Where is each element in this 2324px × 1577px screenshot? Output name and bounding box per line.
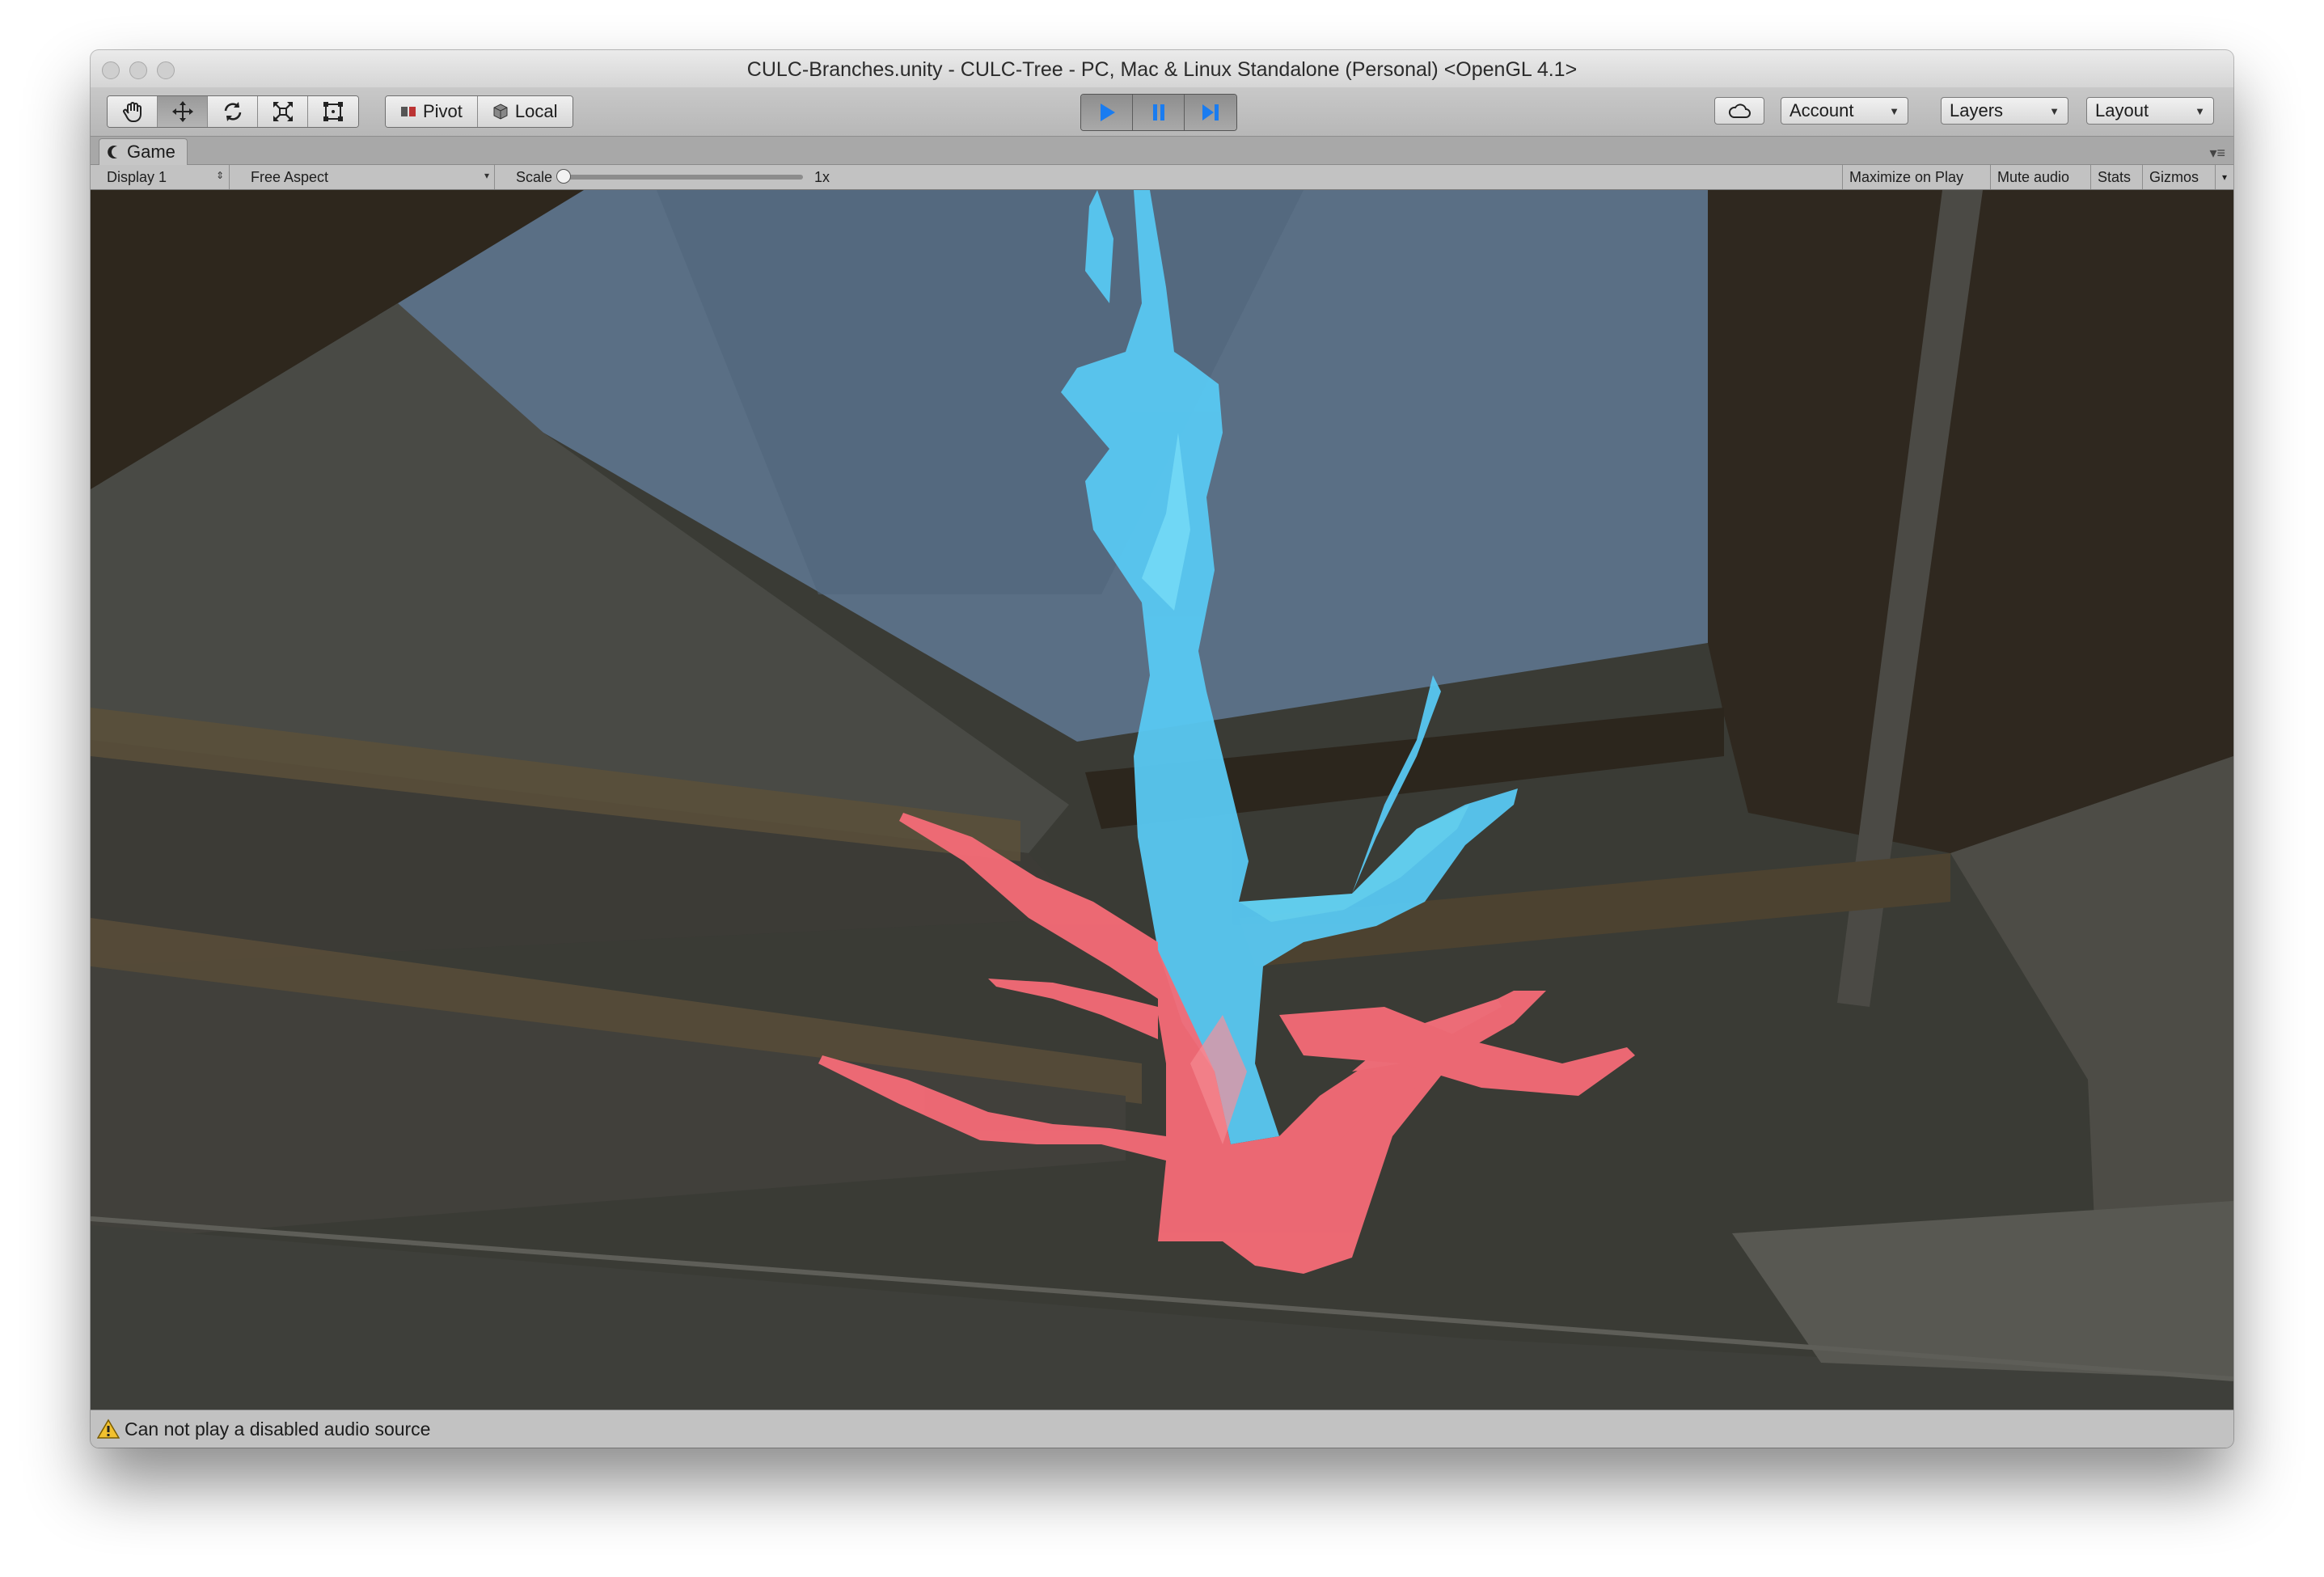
warning-icon	[97, 1418, 120, 1439]
layers-dropdown[interactable]: Layers ▼	[1941, 97, 2068, 125]
step-button[interactable]	[1185, 95, 1236, 130]
rect-tool-button[interactable]	[308, 96, 358, 127]
panel-tab-bar: Game ▾≡	[91, 137, 2233, 165]
maximize-label: Maximize on Play	[1849, 168, 1964, 185]
transform-tools	[107, 95, 359, 128]
aspect-dropdown[interactable]: Free Aspect ▾	[236, 165, 495, 189]
pause-icon	[1152, 104, 1164, 120]
scale-control: Scale 1x	[501, 165, 841, 189]
game-view-controls: Display 1 ⇕ Free Aspect ▾ Scale 1x Maxim…	[91, 165, 2233, 190]
status-message[interactable]: Can not play a disabled audio source	[125, 1418, 430, 1440]
account-dropdown[interactable]: Account ▼	[1781, 97, 1908, 125]
stats-label: Stats	[2098, 168, 2132, 185]
unity-editor-window: CULC-Branches.unity - CULC-Tree - PC, Ma…	[91, 50, 2233, 1448]
layout-label: Layout	[2095, 100, 2149, 120]
game-scene	[91, 190, 2233, 1410]
scale-label: Scale	[516, 168, 553, 185]
cube-icon	[493, 104, 508, 120]
play-button[interactable]	[1081, 95, 1133, 130]
window-title: CULC-Branches.unity - CULC-Tree - PC, Ma…	[746, 58, 1578, 81]
status-bar: Can not play a disabled audio source	[91, 1410, 2233, 1448]
pivot-label: Pivot	[423, 101, 463, 121]
layers-label: Layers	[1950, 100, 2004, 120]
pause-button[interactable]	[1133, 95, 1185, 130]
dropdown-arrow-icon: ▼	[2195, 105, 2205, 117]
scale-tool-button[interactable]	[258, 96, 308, 127]
display-label: Display 1	[107, 168, 167, 185]
panel-menu-icon[interactable]: ▾≡	[2209, 145, 2225, 162]
rotate-tool-button[interactable]	[208, 96, 258, 127]
layout-dropdown[interactable]: Layout ▼	[2086, 97, 2214, 125]
pivot-icon	[401, 107, 416, 116]
game-view-icon	[108, 146, 117, 159]
tab-game-label: Game	[127, 142, 175, 162]
mute-label: Mute audio	[1997, 168, 2070, 185]
pivot-toggle-button[interactable]: Pivot	[386, 96, 478, 127]
move-tool-button[interactable]	[158, 96, 208, 127]
play-icon	[1100, 104, 1115, 121]
scale-slider-thumb[interactable]	[556, 169, 572, 184]
scale-icon	[273, 102, 293, 121]
hand-tool-button[interactable]	[108, 96, 158, 127]
building-right	[1708, 190, 2233, 853]
game-viewport[interactable]	[91, 190, 2233, 1410]
gizmos-dropdown[interactable]: ▾	[2216, 165, 2233, 189]
step-icon	[1202, 104, 1219, 120]
scale-slider[interactable]	[556, 169, 804, 184]
dropdown-arrow-icon: ▾	[2222, 171, 2228, 183]
local-label: Local	[514, 101, 558, 121]
hand-icon	[122, 102, 142, 122]
play-controls	[1080, 94, 1237, 131]
move-icon	[171, 101, 193, 122]
mute-audio-toggle[interactable]: Mute audio	[1991, 165, 2091, 189]
local-toggle-button[interactable]: Local	[477, 96, 573, 127]
rotate-icon	[224, 102, 241, 121]
cloud-icon	[1728, 104, 1751, 118]
gizmos-label: Gizmos	[2149, 168, 2199, 185]
dropdown-arrow-icon: ▾	[484, 170, 489, 181]
rect-icon	[323, 102, 343, 121]
account-label: Account	[1789, 100, 1854, 120]
stats-toggle[interactable]: Stats	[2091, 165, 2143, 189]
maximize-on-play-toggle[interactable]: Maximize on Play	[1842, 165, 1991, 189]
tab-game[interactable]: Game	[99, 138, 188, 165]
gizmos-toggle[interactable]: Gizmos	[2143, 165, 2216, 189]
pivot-local-group: Pivot Local	[385, 95, 573, 128]
cloud-button[interactable]	[1714, 97, 1764, 125]
title-bar: CULC-Branches.unity - CULC-Tree - PC, Ma…	[91, 50, 2233, 88]
dropdown-arrow-icon: ▼	[1889, 105, 1899, 117]
display-dropdown[interactable]: Display 1 ⇕	[91, 165, 230, 189]
dropdown-arrow-icon: ▼	[2049, 105, 2060, 117]
scale-value: 1x	[814, 168, 830, 185]
aspect-label: Free Aspect	[251, 168, 329, 185]
stepper-arrows-icon: ⇕	[215, 170, 224, 181]
main-toolbar: Pivot Local Account ▼ Layers ▼ Layout ▼	[91, 87, 2233, 137]
